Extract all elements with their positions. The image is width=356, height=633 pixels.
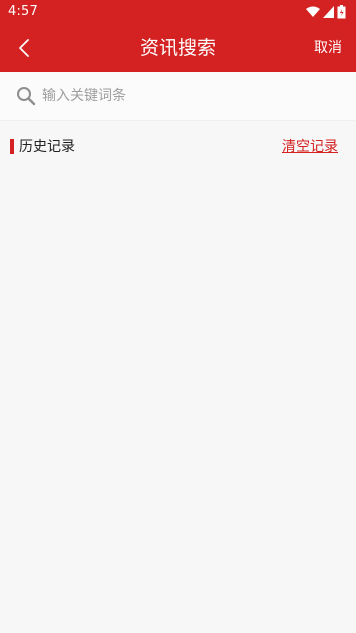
back-button[interactable] [4, 28, 44, 68]
status-bar: 4:57 [0, 0, 356, 24]
app-bar: 资讯搜索 取消 [0, 24, 356, 72]
clear-history-button[interactable]: 清空记录 [282, 130, 338, 164]
page-title: 资讯搜索 [139, 37, 216, 59]
search-input[interactable] [42, 82, 332, 110]
status-time: 4:57 [8, 4, 38, 19]
history-title: 历史记录 [19, 139, 75, 155]
section-marker [10, 139, 14, 154]
history-header: 历史记录 清空记录 [0, 130, 356, 164]
search-bar [0, 72, 356, 121]
cancel-button[interactable]: 取消 [314, 24, 342, 72]
battery-icon [337, 5, 346, 19]
wifi-icon [306, 6, 320, 17]
chevron-left-icon [19, 39, 29, 57]
cell-signal-icon [323, 6, 334, 18]
status-icons [306, 5, 346, 19]
search-icon [17, 87, 36, 106]
history-list [0, 164, 356, 633]
